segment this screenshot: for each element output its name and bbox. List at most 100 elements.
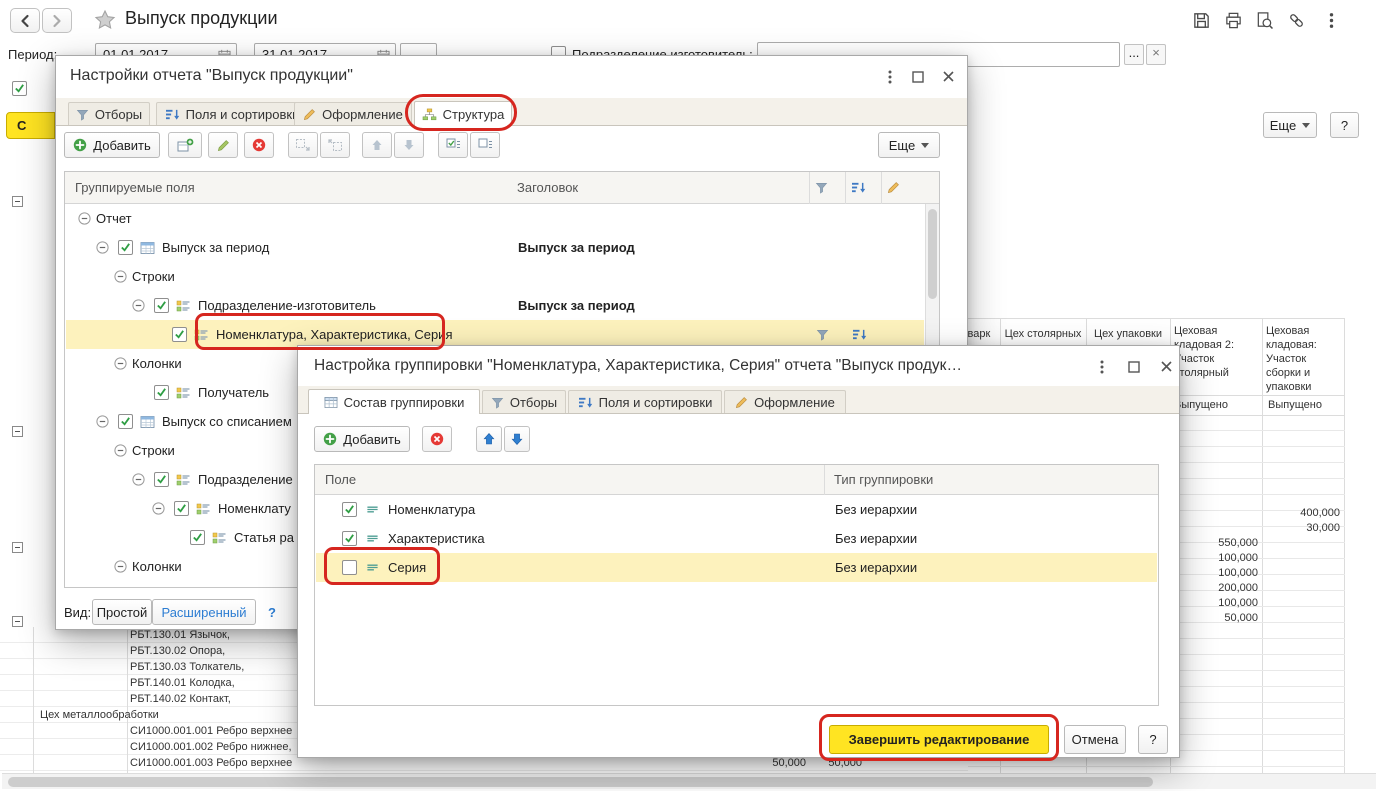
check-all-button[interactable]	[438, 132, 468, 158]
menu-dots-icon[interactable]	[1322, 11, 1341, 30]
row-label: Колонки	[132, 356, 182, 371]
sort-icon[interactable]	[852, 328, 867, 341]
uncheck-all-button[interactable]	[470, 132, 500, 158]
delete-icon	[252, 138, 266, 152]
delete-button[interactable]	[422, 426, 452, 452]
link-icon[interactable]	[1287, 11, 1306, 30]
scrollbar-thumb[interactable]	[8, 777, 1153, 787]
tab-appearance[interactable]: Оформление	[724, 390, 846, 413]
collapse-icon[interactable]	[114, 357, 127, 370]
tree-collapse-icon[interactable]	[12, 542, 23, 553]
move-down-button[interactable]	[394, 132, 424, 158]
view-extended-button[interactable]: Расширенный	[152, 599, 256, 625]
tab-label: Отборы	[94, 106, 143, 122]
tree-row[interactable]: Подразделение-изготовитель Выпуск за пер…	[66, 291, 924, 320]
move-down-button[interactable]	[504, 426, 530, 452]
row-checkbox[interactable]	[154, 385, 169, 400]
tab-filters[interactable]: Отборы	[482, 390, 566, 413]
move-up-button[interactable]	[476, 426, 502, 452]
brush-icon[interactable]	[887, 181, 900, 194]
horizontal-scrollbar[interactable]	[2, 773, 1376, 789]
generate-button-fragment[interactable]: С	[6, 112, 55, 139]
tree-row[interactable]: Выпуск за период Выпуск за период	[66, 233, 924, 262]
field-icon	[366, 503, 379, 516]
ungroup-button[interactable]	[320, 132, 350, 158]
report-subheader-5: Выпущено	[1268, 399, 1322, 411]
tab-filters[interactable]: Отборы	[68, 102, 150, 125]
add-group-button[interactable]	[168, 132, 202, 158]
report-help-button[interactable]: ?	[1330, 112, 1359, 138]
dialog-more-button[interactable]: Еще	[878, 132, 940, 158]
preview-icon[interactable]	[1255, 11, 1274, 30]
collapse-icon[interactable]	[96, 415, 109, 428]
producer-more-button[interactable]: ...	[1124, 44, 1144, 65]
funnel-icon[interactable]	[816, 328, 829, 341]
collapse-icon[interactable]	[114, 444, 127, 457]
collapse-icon[interactable]	[78, 212, 91, 225]
row-checkbox[interactable]	[118, 240, 133, 255]
view-help-button[interactable]: ?	[268, 605, 276, 620]
tab-fields-sorting[interactable]: Поля и сортировки	[568, 390, 722, 413]
add-button[interactable]: Добавить	[64, 132, 160, 158]
report-more-button[interactable]: Еще	[1263, 112, 1317, 138]
forward-button[interactable]	[42, 8, 72, 33]
dialog-menu-icon[interactable]	[1094, 359, 1110, 375]
tab-fields-sorting[interactable]: Поля и сортировки	[156, 102, 308, 125]
row-checkbox[interactable]	[342, 502, 357, 517]
collapse-icon[interactable]	[114, 560, 127, 573]
tree-row[interactable]: Отчет	[66, 204, 924, 233]
move-up-button[interactable]	[362, 132, 392, 158]
add-button[interactable]: Добавить	[314, 426, 410, 452]
grouping-icon	[176, 299, 191, 313]
tab-grouping-content[interactable]: Состав группировки	[308, 389, 480, 414]
row-checkbox[interactable]	[342, 560, 357, 575]
help-button[interactable]: ?	[1138, 725, 1168, 754]
back-button[interactable]	[10, 8, 40, 33]
maximize-icon[interactable]	[1128, 361, 1140, 373]
field-row-selected[interactable]: Серия Без иерархии	[316, 553, 1157, 582]
view-simple-button[interactable]: Простой	[92, 599, 152, 625]
report-cell: 100,000	[1218, 552, 1258, 564]
grid-icon	[324, 396, 338, 409]
maximize-icon[interactable]	[912, 71, 924, 83]
collapse-icon[interactable]	[132, 299, 145, 312]
collapse-icon[interactable]	[114, 270, 127, 283]
tab-structure[interactable]: Структура	[414, 101, 512, 126]
field-row[interactable]: Характеристика Без иерархии	[316, 524, 1157, 553]
producer-clear-button[interactable]: ×	[1146, 44, 1166, 65]
field-row[interactable]: Номенклатура Без иерархии	[316, 495, 1157, 524]
print-icon[interactable]	[1224, 11, 1243, 30]
delete-button[interactable]	[244, 132, 274, 158]
funnel-icon[interactable]	[815, 181, 828, 194]
row-checkbox[interactable]	[190, 530, 205, 545]
row-checkbox[interactable]	[154, 472, 169, 487]
dialog-menu-icon[interactable]	[882, 69, 898, 85]
row-checkbox[interactable]	[174, 501, 189, 516]
row-checkbox[interactable]	[154, 298, 169, 313]
row-checkbox[interactable]	[172, 327, 187, 342]
tree-collapse-icon[interactable]	[12, 196, 23, 207]
column-fields: Группируемые поля	[75, 180, 195, 195]
left-option-checkbox[interactable]	[12, 81, 27, 96]
tab-appearance[interactable]: Оформление	[294, 102, 412, 125]
cancel-button[interactable]: Отмена	[1064, 725, 1126, 754]
edit-pencil-button[interactable]	[208, 132, 238, 158]
row-checkbox[interactable]	[342, 531, 357, 546]
save-icon[interactable]	[1192, 11, 1211, 30]
favorite-star-icon[interactable]	[94, 9, 116, 31]
row-checkbox[interactable]	[118, 414, 133, 429]
collapse-icon[interactable]	[152, 502, 165, 515]
row-label: Получатель	[198, 385, 270, 400]
finish-editing-button[interactable]: Завершить редактирование	[829, 725, 1049, 754]
tree-collapse-icon[interactable]	[12, 426, 23, 437]
report-cell: 400,000	[1300, 507, 1340, 519]
sort-icon[interactable]	[851, 181, 866, 194]
tree-collapse-icon[interactable]	[12, 616, 23, 627]
tree-row[interactable]: Строки	[66, 262, 924, 291]
collapse-icon[interactable]	[132, 473, 145, 486]
collapse-icon[interactable]	[96, 241, 109, 254]
group-button[interactable]	[288, 132, 318, 158]
close-icon[interactable]	[1160, 360, 1173, 373]
scrollbar-thumb[interactable]	[928, 209, 937, 299]
close-icon[interactable]	[942, 70, 955, 83]
